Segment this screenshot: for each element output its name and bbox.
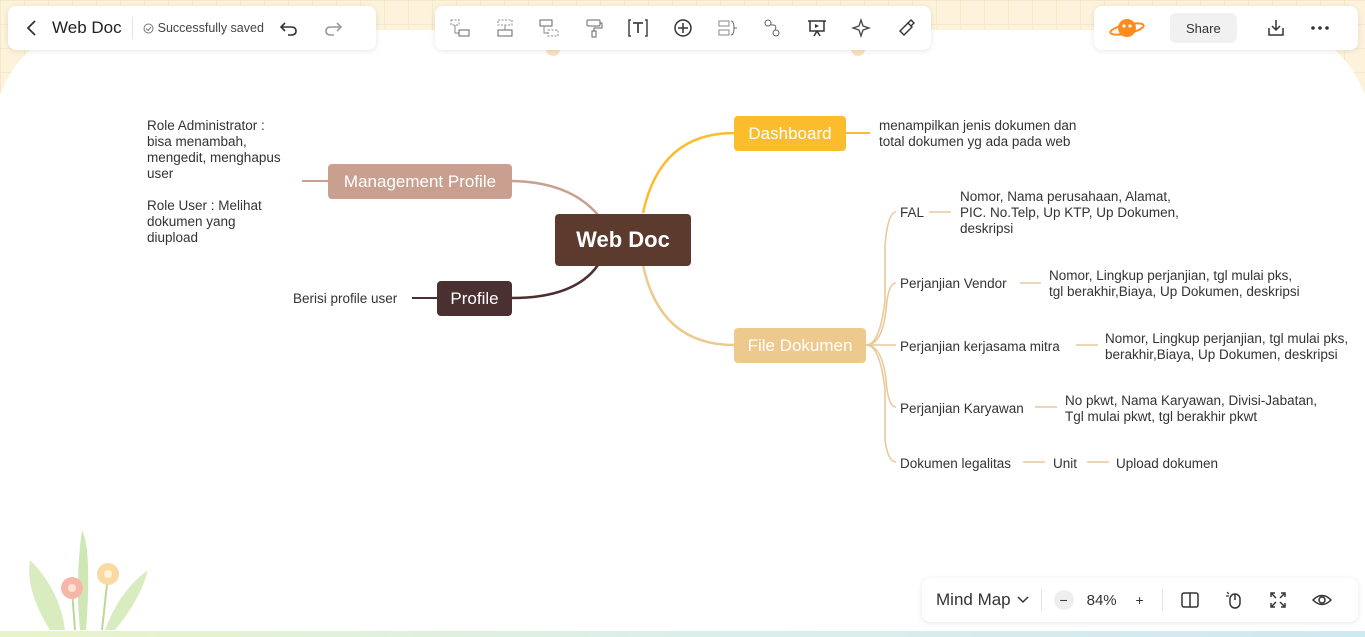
preview-button[interactable] [1307,585,1337,615]
management-profile-node[interactable]: Management Profile [328,164,512,199]
outline-toggle-button[interactable] [1175,585,1205,615]
chevron-down-icon [1017,596,1029,604]
check-circle-icon [143,23,154,33]
mouse-mode-button[interactable] [1219,585,1249,615]
format-painter-button[interactable] [579,13,609,43]
mindmap-toolbar [435,6,931,50]
add-sibling-button[interactable] [490,13,520,43]
format-painter-icon [586,19,603,38]
summary-button[interactable] [713,13,743,43]
undo-button[interactable] [274,13,304,43]
summary-icon [718,20,737,36]
dashboard-node[interactable]: Dashboard [734,116,846,151]
insert-text-icon [628,19,649,37]
divider [1161,589,1163,611]
presentation-icon [807,20,826,37]
more-dots-icon [1310,26,1329,30]
mindmap-connectors [302,131,1109,463]
mouse-icon [1225,591,1241,609]
redo-button[interactable] [318,13,348,43]
root-node[interactable]: Web Doc [555,214,691,266]
file-child-mitra[interactable]: Perjanjian kerjasama mitra [900,339,1060,355]
fit-screen-button[interactable] [1263,585,1293,615]
zoom-level[interactable]: 84% [1082,592,1122,609]
clear-format-icon [898,19,915,36]
clear-format-button[interactable] [891,13,921,43]
file-child-karyawan-detail[interactable]: No pkwt, Nama Karyawan, Divisi-Jabatan, … [1065,393,1317,425]
divider [1040,589,1042,611]
add-subtopic-icon [450,19,470,37]
download-button[interactable] [1261,13,1291,43]
zoom-out-button[interactable]: − [1053,590,1074,610]
back-button[interactable] [18,14,46,42]
plus-circle-icon [674,19,692,37]
add-subtopic-button[interactable] [445,13,475,43]
ai-sparkle-icon [851,18,872,38]
ai-button[interactable] [846,13,876,43]
add-parent-icon [539,19,559,37]
document-title[interactable]: Web Doc [52,18,122,38]
profile-node[interactable]: Profile [437,281,512,316]
share-bar: Share [1094,6,1358,50]
bottom-stripe [0,631,1365,637]
insert-button[interactable] [668,13,698,43]
share-button[interactable]: Share [1170,13,1237,43]
file-child-legalitas-unit[interactable]: Unit [1053,456,1077,472]
download-icon [1267,20,1284,36]
dashboard-note[interactable]: menampilkan jenis dokumen dan total doku… [879,118,1076,150]
profile-note[interactable]: Berisi profile user [293,291,397,307]
save-status: Successfully saved [143,21,264,35]
file-child-legalitas[interactable]: Dokumen legalitas [900,456,1011,472]
zoom-in-button[interactable]: + [1130,590,1150,610]
document-header-bar: Web Doc Successfully saved [8,6,376,50]
expand-icon [1269,592,1286,608]
management-note-user[interactable]: Role User : Melihat dokumen yang diuploa… [147,198,297,246]
save-status-text: Successfully saved [157,21,264,35]
insert-text-button[interactable] [623,13,653,43]
file-child-legalitas-detail[interactable]: Upload dokumen [1116,456,1218,472]
view-mode-label: Mind Map [936,590,1011,609]
eye-icon [1311,594,1332,606]
add-parent-button[interactable] [534,13,564,43]
file-child-fal[interactable]: FAL [900,205,924,221]
file-child-vendor[interactable]: Perjanjian Vendor [900,276,1007,292]
split-view-icon [1180,592,1199,608]
file-child-vendor-detail[interactable]: Nomor, Lingkup perjanjian, tgl mulai pks… [1049,268,1300,300]
presentation-button[interactable] [802,13,832,43]
file-child-mitra-detail[interactable]: Nomor, Lingkup perjanjian, tgl mulai pks… [1105,331,1348,363]
redo-icon [325,22,342,36]
more-button[interactable] [1305,13,1335,43]
relationship-button[interactable] [757,13,787,43]
file-dokumen-node[interactable]: File Dokumen [734,328,866,363]
management-note-admin[interactable]: Role Administrator : bisa menambah, meng… [147,118,297,182]
relationship-icon [764,19,780,37]
divider [131,17,133,39]
undo-icon [279,22,297,36]
flower-decoration [29,530,148,631]
planet-logo-icon [1109,19,1145,37]
file-child-fal-detail[interactable]: Nomor, Nama perusahaan, Alamat, PIC. No.… [960,189,1179,237]
add-sibling-icon [497,19,513,37]
chevron-left-icon [26,20,36,36]
file-child-karyawan[interactable]: Perjanjian Karyawan [900,401,1024,417]
view-controls-bar: Mind Map − 84% + [922,578,1358,622]
app-logo[interactable] [1106,13,1148,43]
view-mode-select[interactable]: Mind Map [936,590,1029,610]
